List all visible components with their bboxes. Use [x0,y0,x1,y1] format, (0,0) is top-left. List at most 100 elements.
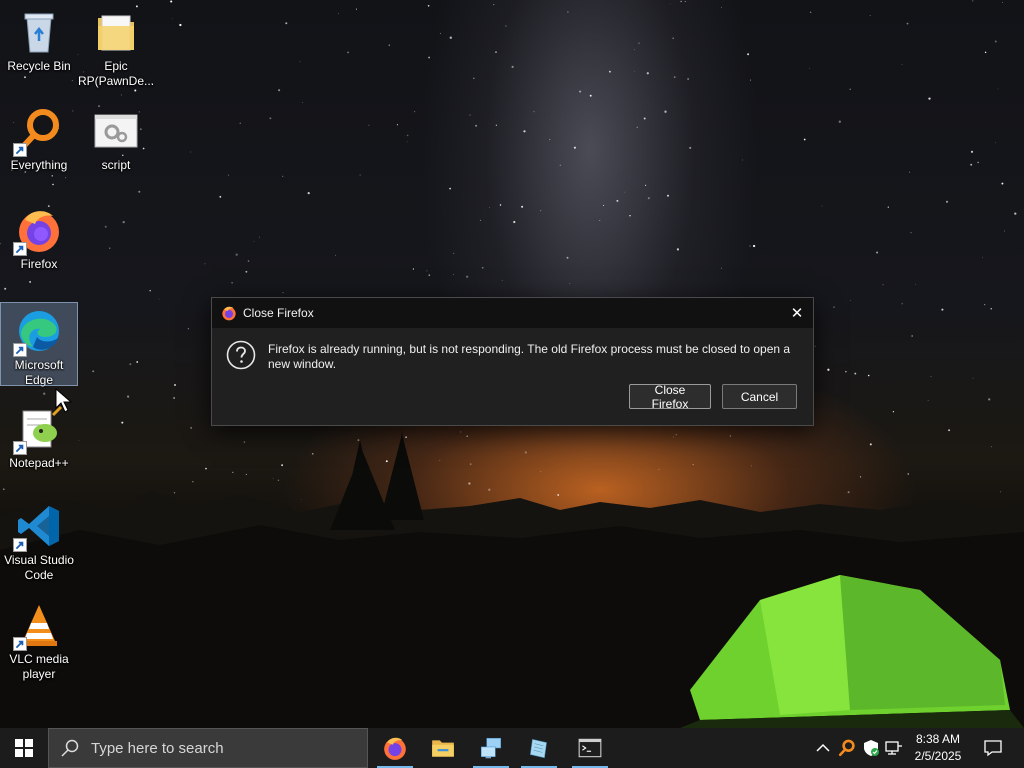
star [29,280,32,283]
desktop-icon-vlc[interactable]: VLC media player [1,597,77,683]
star [338,13,339,15]
star [910,231,912,234]
star [247,260,250,262]
taskbar-app-terminal[interactable] [566,728,614,768]
star [892,411,895,413]
desktop-icon-firefox[interactable]: Firefox [1,202,77,278]
star [335,254,337,256]
star [92,370,95,373]
star [599,220,601,221]
star [469,114,471,116]
star [521,205,524,208]
star [988,398,991,401]
star [428,56,430,59]
vscode-icon [13,502,63,552]
notification-icon [984,740,1002,757]
star [579,90,582,93]
star [505,25,507,27]
star [1001,182,1004,185]
star [231,281,233,284]
desktop-icon-epic-rp[interactable]: Epic RP(PawnDe... [78,4,154,90]
desktop-icon-recycle-bin[interactable]: Recycle Bin [1,4,77,80]
star [684,1,686,2]
star [982,256,983,258]
star [970,150,974,153]
tray-network[interactable] [885,738,903,758]
star [406,134,409,137]
script-file-icon [92,107,140,155]
system-clock[interactable]: 8:38 AM 2/5/2025 [906,731,970,765]
star [347,51,350,54]
desktop-icon-vscode[interactable]: Visual Studio Code [1,498,77,584]
star [359,174,361,176]
desktop-icon-everything[interactable]: Everything [1,103,77,179]
start-button[interactable] [0,728,48,768]
desktop-icon-script[interactable]: script [78,103,154,179]
star [126,395,130,398]
taskbar-app-file-explorer[interactable] [419,728,467,768]
star [814,345,816,347]
tray-security[interactable] [862,738,880,758]
star [680,0,682,3]
show-hidden-icons-button[interactable] [814,738,832,758]
shortcut-arrow-icon [13,538,27,552]
star [179,23,182,27]
cancel-button[interactable]: Cancel [722,384,797,409]
star [928,97,931,100]
star [1004,230,1006,232]
desktop-icon-microsoft-edge[interactable]: Microsoft Edge [0,302,78,387]
star [190,151,192,153]
taskbar-search-box[interactable] [48,728,368,768]
star [104,225,107,228]
star [669,3,671,5]
star [307,191,310,195]
notification-center-button[interactable] [978,728,1008,768]
star [540,210,542,212]
star [673,76,676,79]
dialog-title-bar[interactable]: Close Firefox ✕ [212,298,813,328]
star [647,197,650,200]
mouse-cursor-icon [55,388,73,413]
star [882,284,884,286]
file-explorer-icon [432,740,454,757]
desktop-icon-label: Epic RP(PawnDe... [78,59,155,88]
star [533,111,535,113]
star [634,49,635,51]
taskbar-app-firefox[interactable] [371,728,419,768]
star [634,70,635,72]
star [672,37,674,40]
network-icon [480,737,502,759]
tray-everything[interactable] [838,738,856,758]
chevron-up-icon [816,743,830,752]
question-icon [226,340,256,370]
star [887,206,889,208]
star [235,253,238,256]
dialog-body: Firefox is already running, but is not r… [212,328,813,424]
star [629,214,631,217]
dialog-close-button[interactable]: ✕ [781,298,813,328]
star [499,204,502,206]
star [253,241,255,242]
star [219,195,222,198]
search-input[interactable] [89,738,353,758]
shortcut-arrow-icon [13,343,27,357]
star [122,220,125,224]
star [995,142,997,144]
search-icon [61,739,79,757]
star [511,65,514,68]
star [495,124,498,126]
desktop-icon-label: Microsoft Edge [14,358,64,387]
taskbar-app-notepad[interactable] [515,728,563,768]
star [901,303,903,305]
star [495,51,497,53]
star [803,138,806,141]
star [945,200,949,203]
taskbar-app-network[interactable] [467,728,515,768]
star [850,300,852,301]
star [821,205,823,207]
star [282,292,284,294]
close-firefox-button[interactable]: Close Firefox [629,383,711,411]
star [636,126,638,128]
star [170,0,173,3]
star [646,72,649,75]
